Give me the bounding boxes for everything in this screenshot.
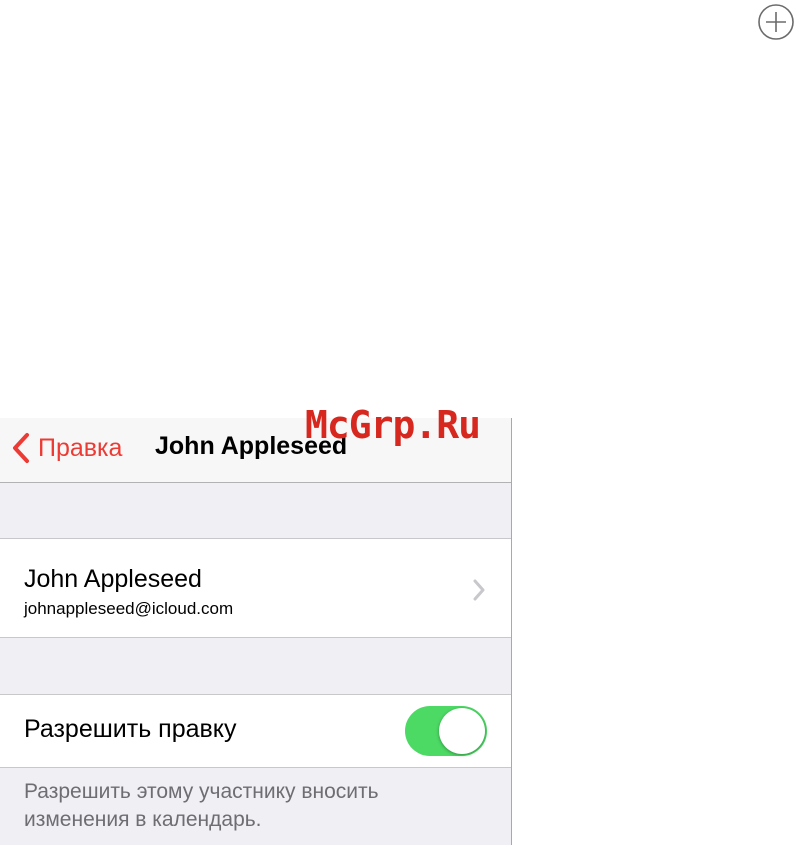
allow-edit-description: Разрешить этому участнику вносить измене… — [24, 780, 379, 831]
allow-edit-cell: Разрешить правку — [0, 694, 511, 768]
allow-edit-label: Разрешить правку — [24, 715, 237, 743]
add-button[interactable] — [758, 4, 794, 40]
contact-email: johnappleseed@icloud.com — [24, 599, 234, 618]
back-button[interactable]: Правка — [12, 430, 122, 466]
contact-name: John Appleseed — [24, 565, 202, 593]
phone-screen: Правка John Appleseed John Appleseed joh… — [0, 418, 512, 845]
add-circle-icon — [758, 4, 794, 40]
back-button-label: Правка — [38, 433, 123, 462]
allow-edit-toggle[interactable] — [405, 706, 487, 756]
contact-cell[interactable]: John Appleseed johnappleseed@icloud.com — [0, 538, 511, 638]
chevron-right-icon — [473, 579, 485, 601]
chevron-left-icon — [13, 433, 29, 463]
watermark: McGrp.Ru — [305, 403, 481, 447]
toggle-knob — [439, 708, 485, 754]
